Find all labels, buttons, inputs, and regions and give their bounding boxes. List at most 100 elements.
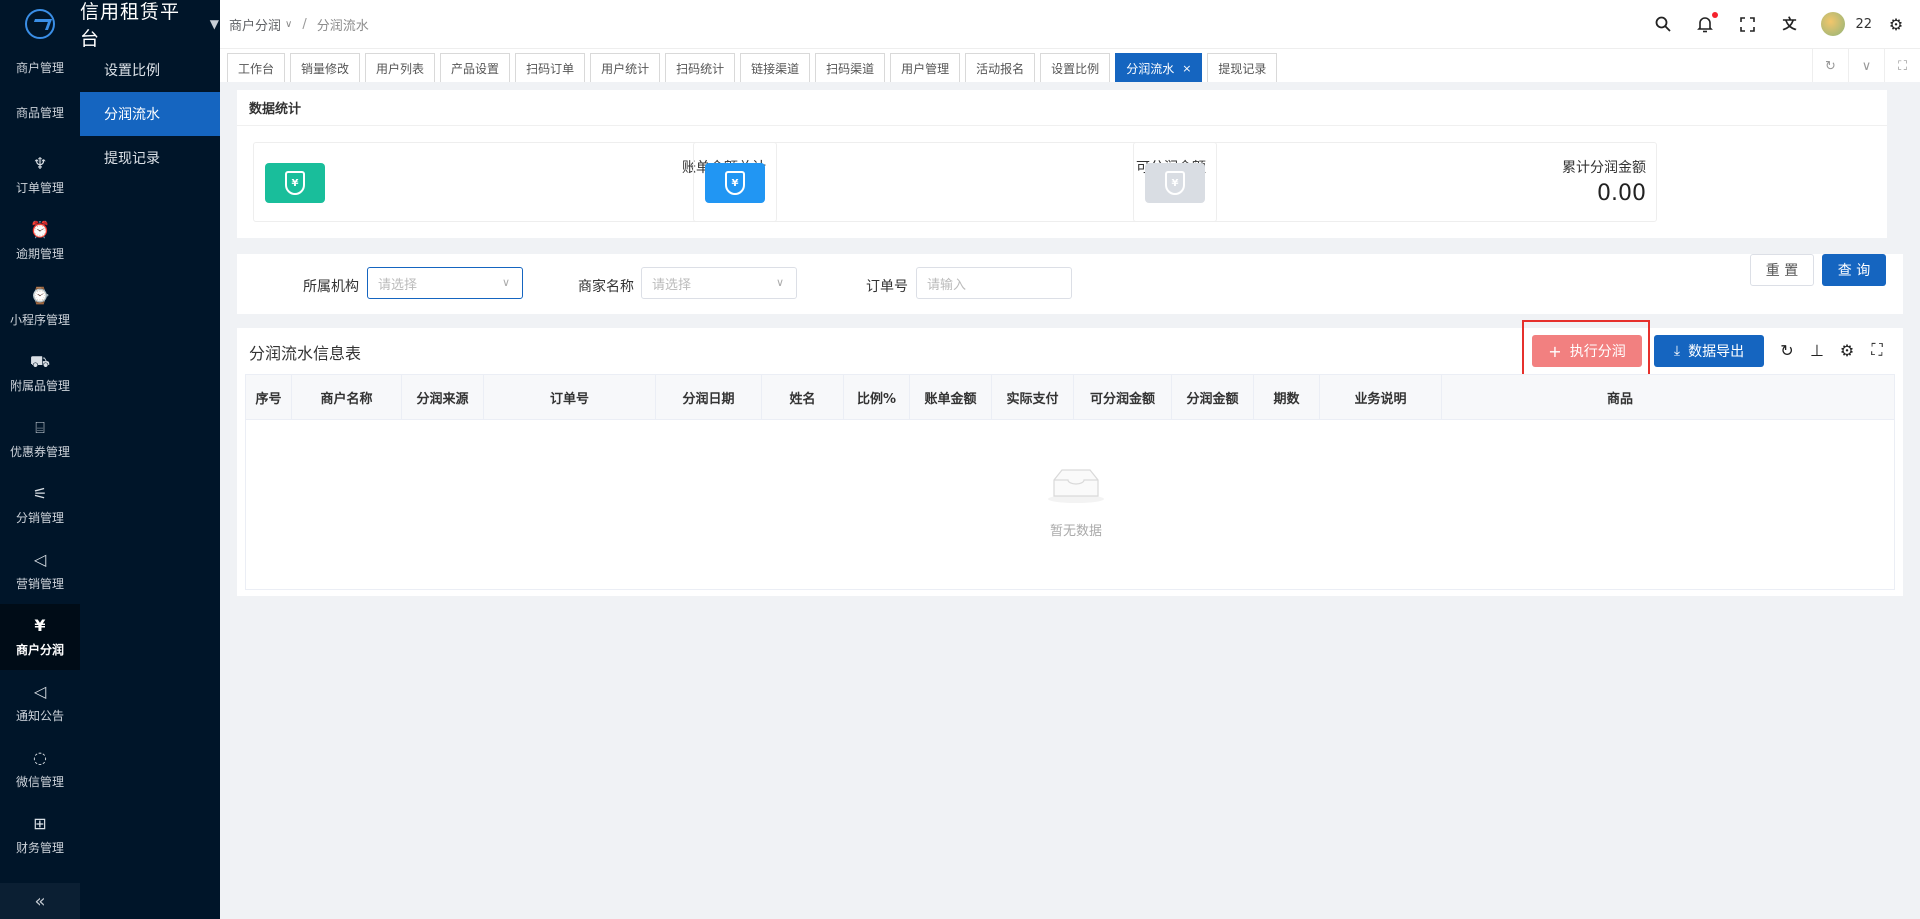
refresh-tab-icon[interactable]: ↻ — [1812, 49, 1848, 83]
rail-item-10[interactable]: ◁ 通知公告 — [0, 670, 80, 736]
brand-title: 信用租赁平台 — [80, 1, 181, 50]
chevron-down-icon: ∨ — [501, 276, 510, 289]
breadcrumb-parent[interactable]: 商户分润 — [229, 15, 281, 34]
maximize-icon[interactable]: ⛶ — [1884, 49, 1920, 83]
rail-item-label: 逾期管理 — [15, 246, 64, 261]
rail-item-5[interactable]: ⛟ 附属品管理 — [0, 340, 80, 406]
collapse-sidebar-button[interactable]: « — [0, 883, 80, 919]
stat-icon: ¥ — [1145, 163, 1205, 203]
app-logo — [0, 0, 80, 48]
main-content: 数据统计 ¥账单金额总计0.00¥可分润金额0.00¥累计分润金额0.00 所属… — [220, 82, 1920, 919]
logo-icon — [25, 9, 55, 39]
query-button[interactable]: 查 询 — [1822, 254, 1886, 286]
download-icon: ⤓ — [1673, 343, 1681, 359]
tab-12[interactable]: 分润流水 × — [1115, 53, 1203, 82]
tab-label: 用户管理 — [901, 61, 950, 76]
rail-item-8[interactable]: ◁ 营销管理 — [0, 538, 80, 604]
tab-3[interactable]: 产品设置 — [440, 53, 511, 82]
tab-label: 扫码渠道 — [826, 61, 875, 76]
stats-title: 数据统计 — [237, 90, 1887, 126]
rail-item-6[interactable]: ⌸ 优惠券管理 — [0, 406, 80, 472]
chat-icon: ◌ — [33, 747, 47, 767]
close-tab-icon[interactable]: × — [1182, 62, 1191, 75]
gear-icon[interactable]: ⚙ — [1837, 340, 1857, 360]
refresh-icon[interactable]: ↻ — [1777, 340, 1797, 360]
tab-6[interactable]: 扫码统计 — [665, 53, 736, 82]
tab-tools: ↻ ∨ ⛶ — [1812, 49, 1920, 83]
gift-icon: ⌸ — [35, 417, 45, 437]
subnav-item-1[interactable]: 分润流水 — [80, 92, 220, 136]
fullscreen-icon[interactable] — [1737, 14, 1757, 34]
tab-0[interactable]: 工作台 — [227, 53, 286, 82]
user-name[interactable]: 22 — [1855, 17, 1872, 32]
export-label: 数据导出 — [1688, 344, 1745, 360]
tab-5[interactable]: 用户统计 — [590, 53, 661, 82]
tab-2[interactable]: 用户列表 — [365, 53, 436, 82]
chevron-down-icon[interactable]: ∨ — [285, 19, 292, 30]
tab-label: 用户列表 — [376, 61, 425, 76]
tab-label: 活动报名 — [976, 61, 1025, 76]
header-actions: 文 22 ⚙ — [1631, 12, 1920, 36]
export-data-button[interactable]: ⤓ 数据导出 — [1654, 335, 1764, 367]
tab-8[interactable]: 扫码渠道 — [815, 53, 886, 82]
fullscreen-icon[interactable]: ⛶ — [1867, 340, 1887, 360]
rail-item-9[interactable]: ¥ 商户分润 — [0, 604, 80, 670]
rail-item-label: 财务管理 — [15, 840, 64, 855]
subnav-item-2[interactable]: 提现记录 — [80, 136, 220, 180]
tab-1[interactable]: 销量修改 — [290, 53, 361, 82]
reset-button[interactable]: 重 置 — [1750, 254, 1814, 286]
tab-4[interactable]: 扫码订单 — [515, 53, 586, 82]
tab-label: 分润流水 — [1126, 61, 1175, 76]
rail-item-7[interactable]: ⚟ 分销管理 — [0, 472, 80, 538]
rail-item-12[interactable]: ⊞ 财务管理 — [0, 802, 80, 868]
rail-item-11[interactable]: ◌ 微信管理 — [0, 736, 80, 802]
watch-icon: ⌚ — [30, 285, 50, 305]
rail-item-label: 商户分润 — [15, 642, 64, 657]
merchant-select[interactable]: 请选择 ∨ — [641, 267, 797, 299]
gear-icon[interactable]: ⚙ — [1886, 14, 1906, 34]
tab-7[interactable]: 链接渠道 — [740, 53, 811, 82]
column-header: 分润来源 — [402, 375, 484, 419]
column-header: 订单号 — [484, 375, 656, 419]
tab-label: 用户统计 — [601, 61, 650, 76]
tab-11[interactable]: 设置比例 — [1040, 53, 1111, 82]
stats-panel: 数据统计 ¥账单金额总计0.00¥可分润金额0.00¥累计分润金额0.00 — [237, 90, 1887, 238]
bell-icon[interactable] — [1695, 12, 1719, 34]
rail-item-0[interactable]: 商户管理 — [0, 48, 80, 76]
avatar[interactable] — [1821, 12, 1846, 36]
tab-label: 工作台 — [238, 61, 275, 76]
rail-item-2[interactable]: ♆ 订单管理 — [0, 142, 80, 208]
rail-item-label: 优惠券管理 — [9, 444, 70, 459]
column-header: 业务说明 — [1320, 375, 1442, 419]
subnav-item-0[interactable]: 设置比例 — [80, 48, 220, 92]
pin-icon[interactable]: ▼ — [210, 17, 220, 31]
tab-9[interactable]: 用户管理 — [890, 53, 961, 82]
tab-13[interactable]: 提现记录 — [1207, 53, 1278, 82]
column-header: 账单金额 — [910, 375, 992, 419]
yen-shield-icon: ¥ — [725, 171, 745, 195]
query-label: 查 询 — [1837, 263, 1871, 279]
column-height-icon[interactable]: ⊥ — [1807, 340, 1827, 360]
finance-icon: ⊞ — [33, 813, 47, 833]
tab-label: 设置比例 — [1051, 61, 1100, 76]
rail-item-label: 营销管理 — [15, 576, 64, 591]
alarm-icon: ⏰ — [30, 219, 50, 239]
rail-item-1[interactable]: 商品管理 — [0, 76, 80, 142]
table-header: 序号 商户名称 分润来源 订单号 分润日期 姓名 比例% 账单金额 实际支付 可分润金额 分润金额期… — [245, 374, 1895, 420]
rail-item-label: 分销管理 — [15, 510, 64, 525]
order-input[interactable]: 请输入 — [916, 267, 1072, 299]
execute-label: 执行分润 — [1569, 344, 1626, 360]
translate-icon[interactable]: 文 — [1779, 14, 1799, 34]
tab-label: 扫码订单 — [526, 61, 575, 76]
tab-10[interactable]: 活动报名 — [965, 53, 1036, 82]
execute-profit-share-button[interactable]: + 执行分润 — [1532, 335, 1642, 367]
cart-icon: ⛟ — [29, 351, 51, 371]
megaphone-icon: ◁ — [33, 549, 47, 569]
column-header: 分润金额 — [1172, 375, 1254, 419]
org-select[interactable]: 请选择 ∨ — [367, 267, 523, 299]
chevron-down-icon[interactable]: ∨ — [1848, 49, 1884, 83]
rail-item-3[interactable]: ⏰ 逾期管理 — [0, 208, 80, 274]
search-icon[interactable] — [1653, 14, 1673, 34]
chevron-down-icon: ∨ — [775, 276, 784, 289]
rail-item-4[interactable]: ⌚ 小程序管理 — [0, 274, 80, 340]
